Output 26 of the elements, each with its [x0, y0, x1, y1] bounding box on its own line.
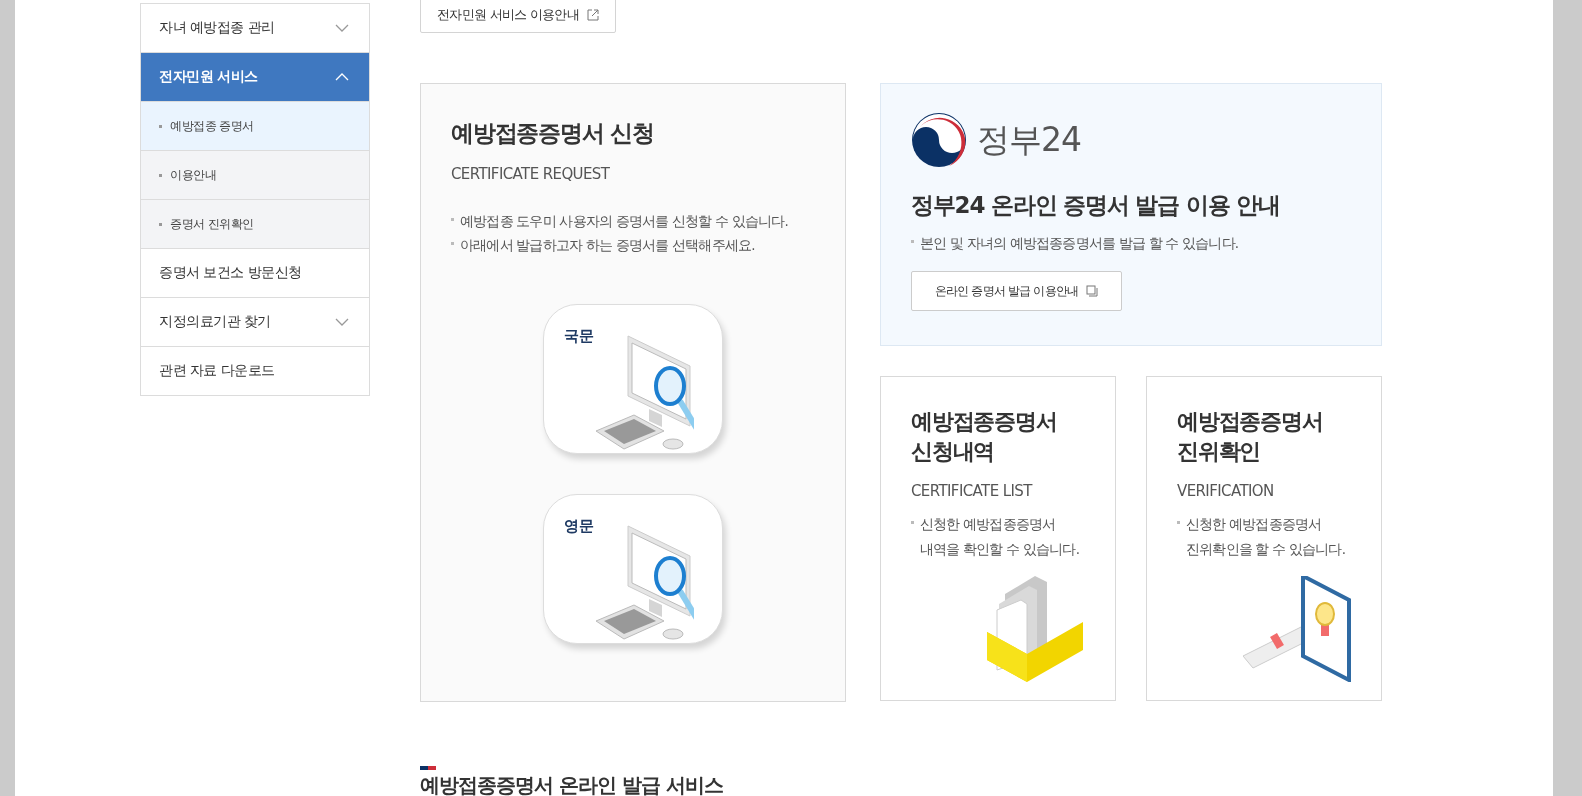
service-guide-button[interactable]: 전자민원 서비스 이용안내	[420, 0, 616, 33]
request-card: 예방접종증명서 신청 CERTIFICATE REQUEST 예방접종 도우미 사용자의 증명서를 신청할 수 있습니다. 아래에서 발급하고자 하는 증명서를 선택해주세요. 국문 영문	[420, 83, 846, 702]
chevron-down-icon	[335, 24, 349, 32]
sidebar-subitem[interactable]: 이용안내	[141, 151, 369, 200]
bullet-text: 예방접종 도우미 사용자의 증명서를 신청할 수 있습니다.	[460, 212, 789, 232]
gov24-title: 정부24 온라인 증명서 발급 이용 안내	[911, 191, 1281, 220]
service-card[interactable]: 예방접종증명서 진위확인 VERIFICATION 신청한 예방접종증명서 진위확인을 할 수 있습니다.	[1146, 376, 1382, 701]
sidebar-item[interactable]: 전자민원 서비스	[141, 53, 369, 102]
certificate-option-button[interactable]: 영문	[543, 493, 723, 644]
bullet-text: 아래에서 발급하고자 하는 증명서를 선택해주세요.	[460, 236, 755, 256]
bullet-text: 신청한 예방접종증명서 진위확인을 할 수 있습니다.	[1186, 515, 1346, 559]
copy-icon	[1086, 285, 1099, 298]
section-marker-icon	[420, 766, 436, 770]
section-heading: 예방접종증명서 온라인 발급 서비스	[420, 774, 723, 796]
taegeuk-logo-icon	[911, 112, 969, 168]
online-guide-button[interactable]: 온라인 증명서 발급 이용안내	[911, 271, 1122, 312]
sidebar-subitem[interactable]: 증명서 진위확인	[141, 200, 369, 249]
chevron-up-icon	[335, 73, 349, 81]
bullet-text: 신청한 예방접종증명서 내역을 확인할 수 있습니다.	[920, 515, 1080, 559]
service-card[interactable]: 예방접종증명서 신청내역 CERTIFICATE LIST 신청한 예방접종증명서 내역을 확인할 수 있습니다.	[880, 376, 1116, 701]
sidebar-subitem[interactable]: 예방접종 증명서	[141, 102, 369, 151]
external-link-icon	[587, 9, 600, 21]
logo-text: 정부24	[977, 118, 1081, 161]
certificate-option-button[interactable]: 국문	[543, 303, 723, 454]
bullet-text: 본인 및 자녀의 예방접종증명서를 발급 할 수 있습니다.	[920, 234, 1239, 254]
chevron-down-icon	[335, 318, 349, 326]
